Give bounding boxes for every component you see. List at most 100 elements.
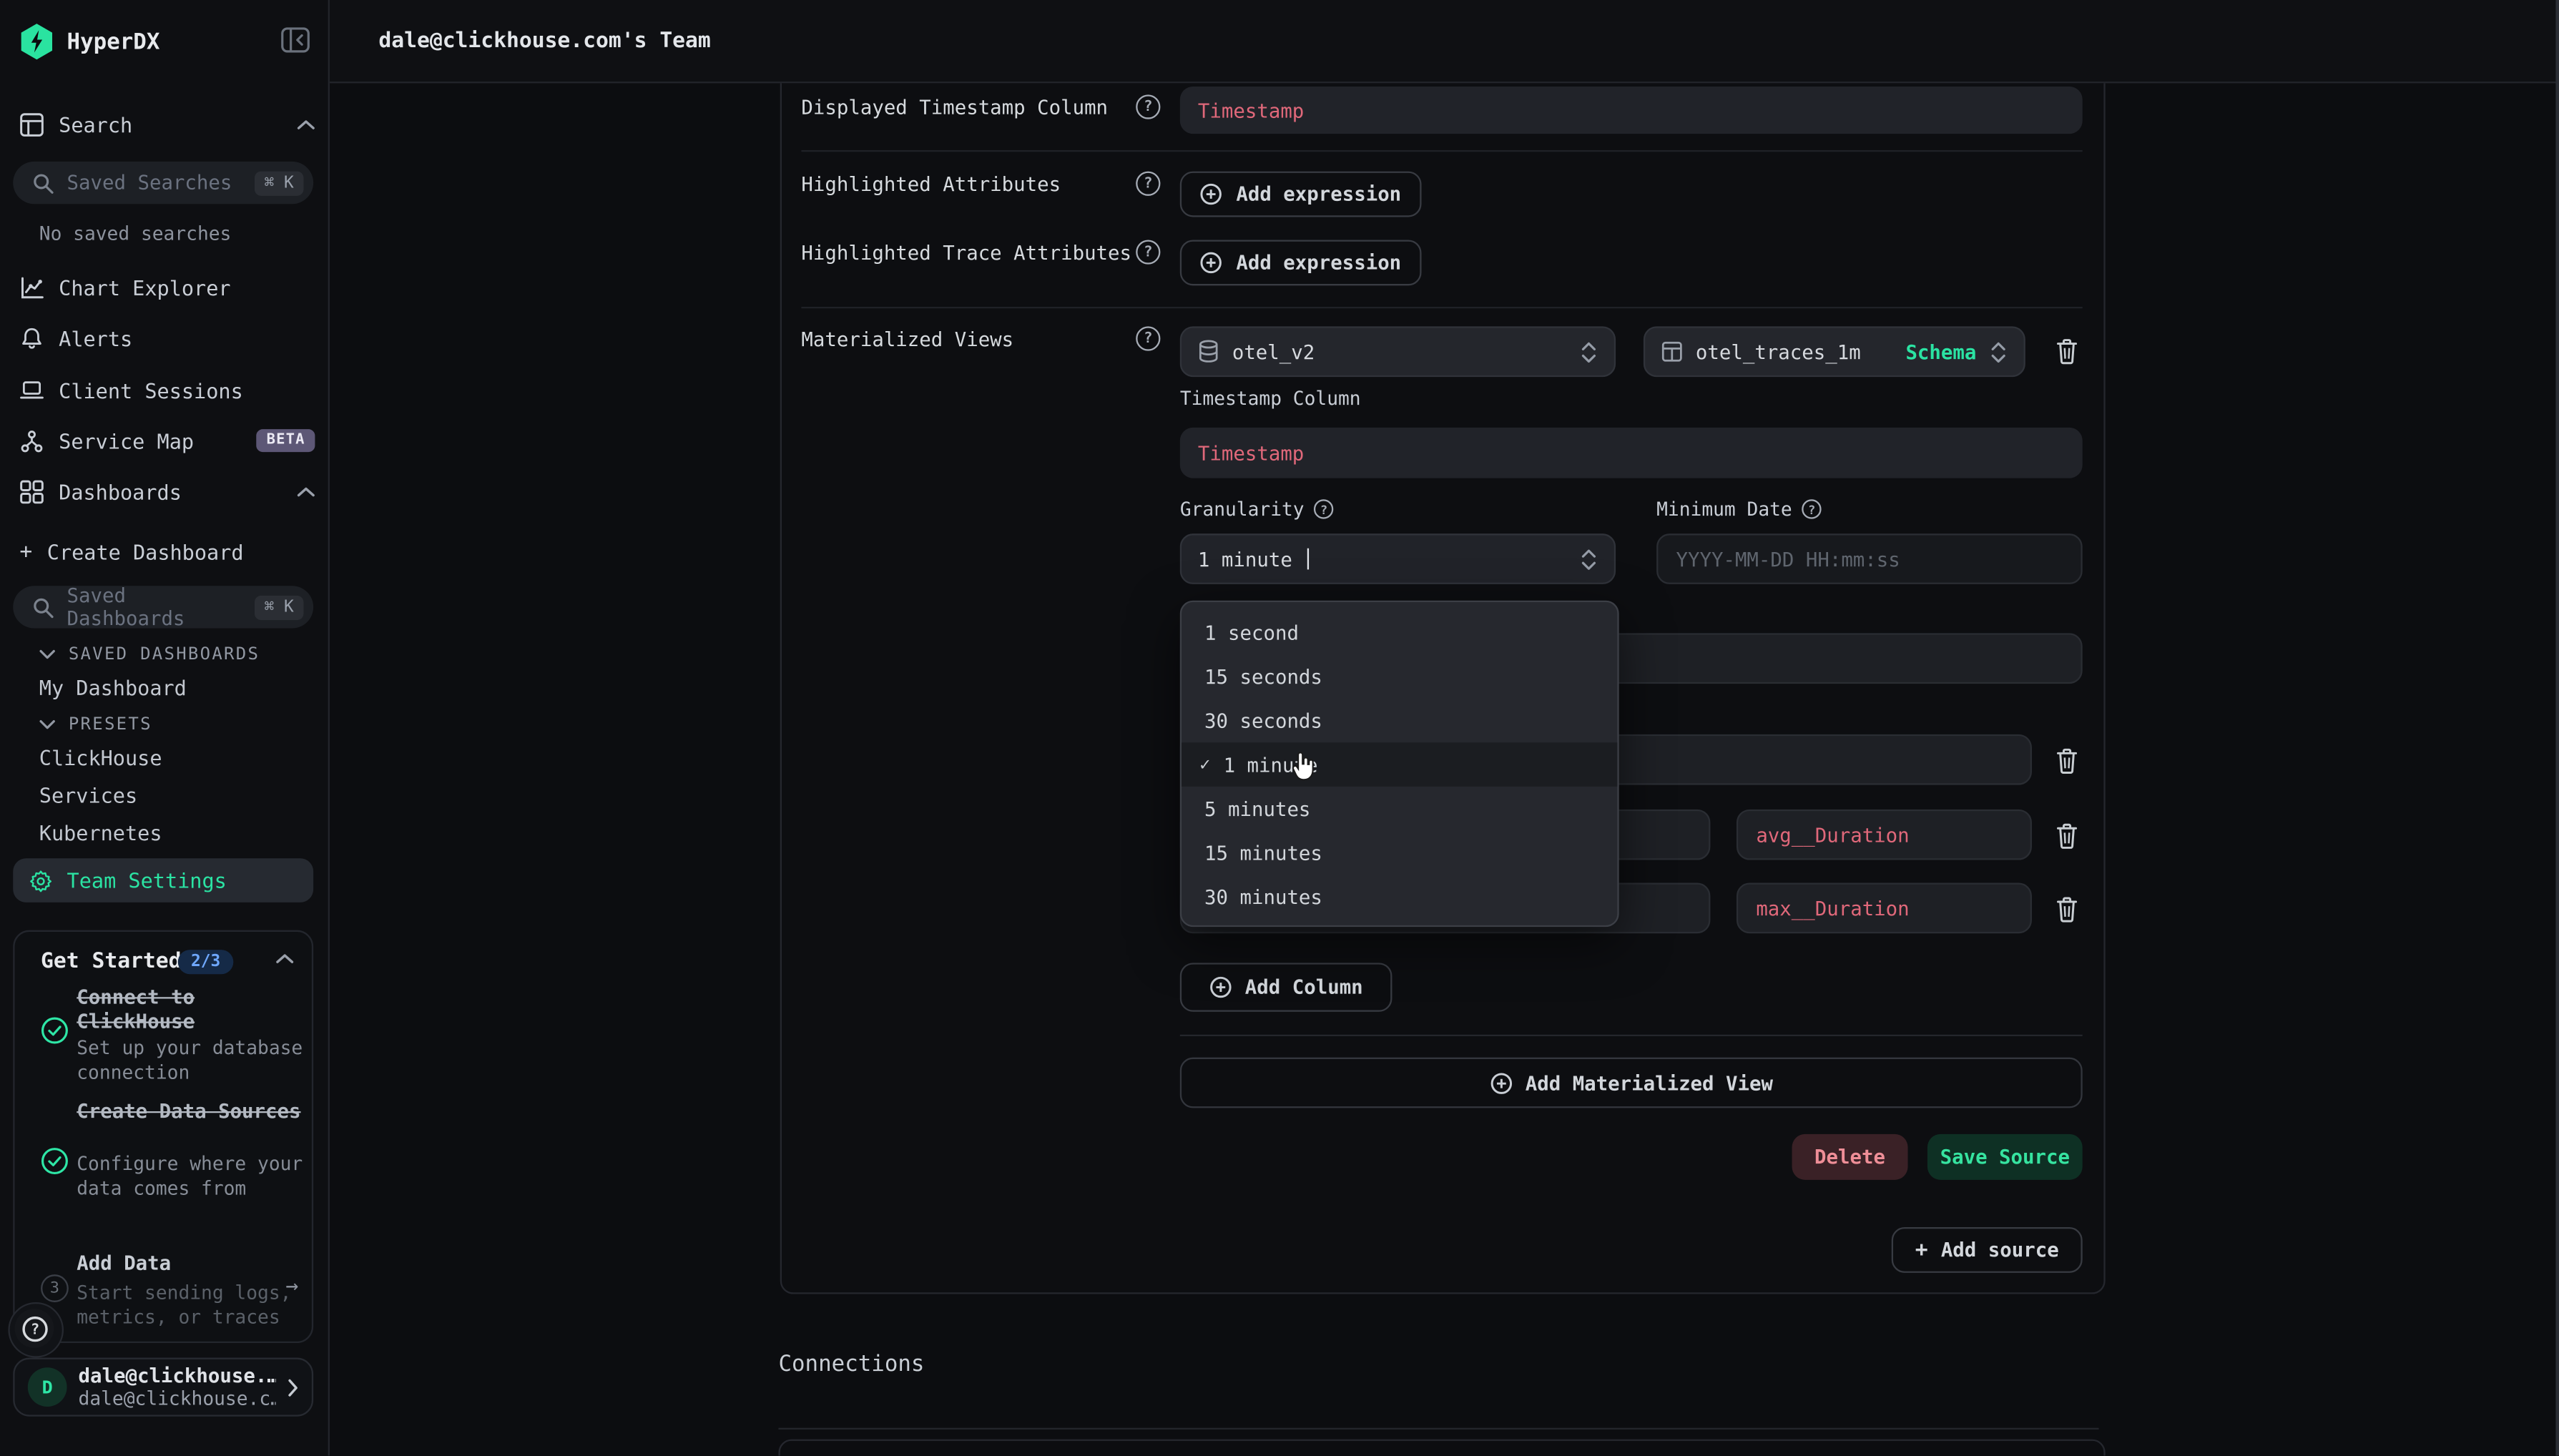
user-email: dale@clickhouse.c…	[79, 1387, 276, 1410]
bell-icon	[19, 325, 44, 350]
help-circle-icon[interactable]: ?	[1802, 499, 1821, 518]
beta-badge: BETA	[257, 429, 315, 452]
step-title[interactable]: Connect to ClickHouse	[77, 985, 302, 1034]
dashboards-icon	[19, 479, 44, 503]
team-settings-label: Team Settings	[67, 868, 227, 892]
step-title[interactable]: Create Data Sources	[77, 1100, 302, 1124]
get-started-progress-badge: 2/3	[178, 950, 234, 974]
help-circle-icon[interactable]: ?	[1136, 240, 1160, 264]
sidebar-item-service-map[interactable]: Service Map BETA	[19, 423, 315, 458]
sidebar-item-services[interactable]: Services	[39, 782, 137, 808]
divider	[801, 307, 2082, 308]
granularity-select[interactable]: 1 minute	[1180, 533, 1616, 584]
dropdown-option[interactable]: 5 minutes	[1182, 787, 1617, 831]
help-circle-icon[interactable]: ?	[1136, 326, 1160, 350]
delete-column-button[interactable]	[2055, 747, 2079, 775]
option-label: 15 seconds	[1204, 665, 1322, 688]
materialized-view-select[interactable]: otel_v2	[1180, 326, 1616, 377]
dropdown-option[interactable]: 15 minutes	[1182, 830, 1617, 875]
sidebar-item-team-settings[interactable]: Team Settings	[13, 858, 313, 902]
displayed-timestamp-input[interactable]: Timestamp	[1180, 87, 2083, 134]
preset-link-label: Kubernetes	[39, 820, 162, 845]
schema-link[interactable]: Schema	[1905, 340, 1976, 363]
text-cursor	[1307, 549, 1308, 570]
add-column-button[interactable]: Add Column	[1180, 963, 1393, 1011]
dropdown-option[interactable]: 30 minutes	[1182, 875, 1617, 919]
sidebar-item-clickhouse[interactable]: ClickHouse	[39, 744, 162, 771]
column-alias-value: max__Duration	[1756, 897, 1909, 920]
displayed-timestamp-label: Displayed Timestamp Column	[801, 97, 1108, 119]
sidebar-item-client-sessions[interactable]: Client Sessions	[19, 372, 315, 408]
scrollbar[interactable]	[2555, 0, 2559, 1455]
materialized-table-select[interactable]: otel_traces_1m Schema	[1644, 326, 2025, 377]
save-source-button[interactable]: Save Source	[1927, 1134, 2083, 1180]
chevron-updown-icon	[1580, 340, 1598, 363]
dropdown-option-selected[interactable]: ✓ 1 minute	[1182, 742, 1617, 787]
brand-name: HyperDX	[67, 29, 160, 55]
dropdown-option[interactable]: 15 seconds	[1182, 654, 1617, 699]
chevron-down-icon	[39, 649, 56, 659]
sidebar-item-kubernetes[interactable]: Kubernetes	[39, 820, 162, 846]
divider	[1180, 1035, 2083, 1036]
sidebar-item-search[interactable]: Search	[19, 106, 315, 142]
hyperdx-logo-icon	[19, 23, 54, 60]
materialized-table-value: otel_traces_1m	[1696, 340, 1892, 363]
table-icon	[1661, 341, 1683, 363]
user-account-button[interactable]: D dale@clickhouse.… dale@clickhouse.c…	[13, 1358, 313, 1417]
avatar: D	[28, 1367, 67, 1407]
sidebar-item-alerts[interactable]: Alerts	[19, 320, 315, 355]
step-description: Set up your database connection	[77, 1036, 305, 1085]
delete-source-button[interactable]: Delete	[1792, 1134, 1908, 1180]
saved-searches-input[interactable]: Saved Searches ⌘ K	[13, 162, 313, 204]
delete-column-button[interactable]	[2055, 822, 2079, 850]
plus-icon: +	[1915, 1238, 1928, 1262]
column-alias-input[interactable]: max__Duration	[1737, 883, 2032, 934]
displayed-timestamp-value: Timestamp	[1198, 99, 1304, 122]
section-label: SAVED DASHBOARDS	[69, 644, 260, 664]
help-circle-icon[interactable]: ?	[1314, 499, 1333, 518]
sidebar-item-label: Service Map	[59, 428, 242, 453]
svg-text:?: ?	[30, 1320, 39, 1337]
add-expression-button[interactable]: Add expression	[1180, 172, 1422, 217]
get-started-collapse-button[interactable]	[276, 953, 294, 965]
presets-section-header[interactable]: PRESETS	[39, 713, 152, 736]
service-map-icon	[19, 428, 44, 453]
granularity-value: 1 minute	[1198, 548, 1292, 571]
sidebar-collapse-button[interactable]	[280, 26, 310, 54]
help-button[interactable]: ?	[15, 1309, 54, 1348]
add-column-label: Add Column	[1245, 976, 1363, 999]
divider	[801, 150, 2082, 152]
timestamp-column-input[interactable]: Timestamp	[1180, 428, 2083, 478]
minimum-date-input[interactable]: YYYY-MM-DD HH:mm:ss	[1656, 533, 2083, 584]
highlighted-attributes-label: Highlighted Attributes	[801, 173, 1061, 196]
create-dashboard-button[interactable]: + Create Dashboard	[19, 533, 315, 569]
sidebar: HyperDX Search Saved Searches ⌘ K No sav…	[0, 0, 330, 1455]
sidebar-item-dashboards[interactable]: Dashboards	[19, 473, 315, 509]
dropdown-option[interactable]: 1 second	[1182, 610, 1617, 654]
help-circle-icon[interactable]: ?	[1136, 94, 1160, 119]
section-label: PRESETS	[69, 714, 152, 734]
collapse-sidebar-icon	[280, 26, 310, 54]
shortcut-badge: ⌘ K	[255, 170, 304, 195]
help-circle-icon[interactable]: ?	[1136, 172, 1160, 196]
saved-dashboards-input[interactable]: Saved Dashboards ⌘ K	[13, 586, 313, 628]
delete-materialized-view-button[interactable]	[2055, 338, 2079, 365]
plus-circle-icon	[1200, 183, 1223, 206]
option-label: 15 minutes	[1204, 841, 1322, 864]
saved-dashboards-section-header[interactable]: SAVED DASHBOARDS	[39, 643, 260, 666]
get-started-card: Get Started 2/3 Connect to ClickHouse Se…	[13, 930, 313, 1343]
step-title[interactable]: Add Data	[77, 1251, 302, 1276]
arrow-right-icon: →	[285, 1274, 298, 1299]
add-expression-button[interactable]: Add expression	[1180, 240, 1422, 285]
sidebar-item-chart-explorer[interactable]: Chart Explorer	[19, 270, 315, 305]
dropdown-option[interactable]: 30 seconds	[1182, 699, 1617, 743]
add-source-button[interactable]: + Add source	[1892, 1227, 2083, 1273]
step-description: Configure where your data comes from	[77, 1152, 305, 1201]
gear-icon	[29, 869, 52, 892]
column-alias-input[interactable]: avg__Duration	[1737, 810, 2032, 860]
plus-circle-icon	[1200, 251, 1223, 274]
sidebar-item-my-dashboard[interactable]: My Dashboard	[39, 674, 187, 700]
add-materialized-view-button[interactable]: Add Materialized View	[1180, 1058, 2083, 1108]
delete-column-button[interactable]	[2055, 896, 2079, 924]
minimum-date-placeholder: YYYY-MM-DD HH:mm:ss	[1676, 548, 1900, 571]
